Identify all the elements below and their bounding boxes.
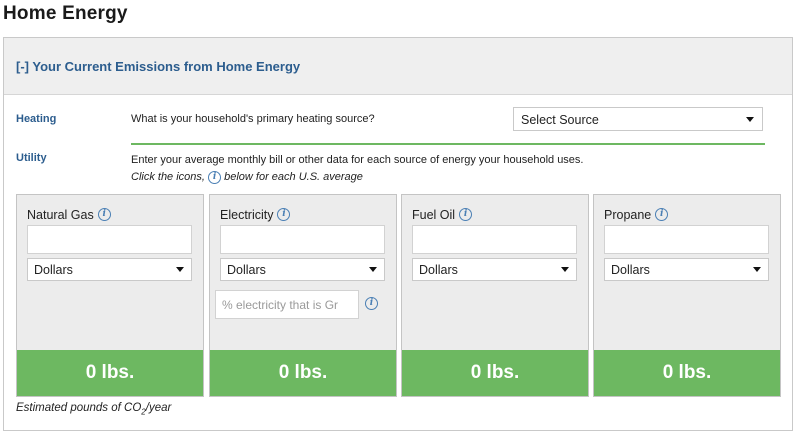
chevron-down-icon — [561, 267, 569, 272]
card-natural-gas: Natural Gas i Dollars 0 lbs. — [16, 194, 204, 397]
natural-gas-result: 0 lbs. — [17, 350, 203, 396]
heating-label: Heating — [16, 113, 57, 125]
chevron-down-icon — [369, 267, 377, 272]
card-title-label: Propane — [604, 208, 652, 222]
card-fuel-oil: Fuel Oil i Dollars 0 lbs. — [401, 194, 589, 397]
card-title: Natural Gas i — [27, 208, 111, 222]
electricity-unit-select[interactable]: Dollars — [220, 258, 385, 281]
section-header: [-] Your Current Emissions from Home Ene… — [4, 38, 792, 95]
natural-gas-unit-select[interactable]: Dollars — [27, 258, 192, 281]
chevron-down-icon — [176, 267, 184, 272]
footnote: Estimated pounds of CO2/year — [16, 402, 171, 416]
propane-amount-input[interactable] — [604, 225, 769, 254]
card-propane: Propane i Dollars 0 lbs. — [593, 194, 781, 397]
footnote-prefix: Estimated pounds of CO — [16, 402, 142, 414]
footnote-suffix: /year — [145, 402, 172, 414]
info-icon[interactable]: i — [365, 297, 378, 310]
utility-instructions-post: below for each U.S. average — [224, 171, 363, 183]
electricity-result: 0 lbs. — [210, 350, 396, 396]
utility-instructions-pre: Click the icons, — [131, 171, 205, 183]
green-electricity-percent-input[interactable] — [215, 290, 359, 319]
natural-gas-amount-input[interactable] — [27, 225, 192, 254]
fuel-oil-unit-select[interactable]: Dollars — [412, 258, 577, 281]
section-divider — [131, 143, 765, 145]
utility-instructions: Enter your average monthly bill or other… — [131, 152, 583, 186]
heating-source-select[interactable]: Select Source — [513, 107, 763, 131]
section-toggle[interactable]: [-] Your Current Emissions from Home Ene… — [16, 59, 300, 74]
chevron-down-icon — [753, 267, 761, 272]
info-icon[interactable]: i — [655, 208, 669, 222]
card-electricity: Electricityi Dollars i 0 lbs. — [209, 194, 397, 397]
electricity-amount-input[interactable] — [220, 225, 385, 254]
utility-instructions-line1: Enter your average monthly bill or other… — [131, 154, 584, 166]
home-energy-panel: [-] Your Current Emissions from Home Ene… — [3, 37, 793, 431]
info-icon[interactable]: i — [277, 208, 291, 222]
card-title-label: Fuel Oil — [412, 208, 456, 222]
fuel-oil-result: 0 lbs. — [402, 350, 588, 396]
utility-instructions-line2: Click the icons, i below for each U.S. a… — [131, 169, 583, 186]
card-title-label: Natural Gas — [27, 208, 94, 222]
propane-result: 0 lbs. — [594, 350, 780, 396]
info-icon[interactable]: i — [97, 208, 111, 222]
page-title: Home Energy — [3, 3, 128, 24]
info-icon: i — [208, 170, 222, 184]
unit-select-value: Dollars — [611, 263, 650, 277]
info-icon[interactable]: i — [459, 208, 473, 222]
fuel-oil-amount-input[interactable] — [412, 225, 577, 254]
card-title-label: Electricity — [220, 208, 274, 222]
card-title: Fuel Oil i — [412, 208, 473, 222]
utility-label: Utility — [16, 152, 47, 164]
propane-unit-select[interactable]: Dollars — [604, 258, 769, 281]
heating-source-value: Select Source — [521, 113, 599, 127]
card-title: Propane i — [604, 208, 669, 222]
chevron-down-icon — [746, 117, 754, 122]
card-title: Electricity i — [220, 208, 291, 222]
heating-question: What is your household's primary heating… — [131, 113, 375, 125]
unit-select-value: Dollars — [227, 263, 266, 277]
unit-select-value: Dollars — [419, 263, 458, 277]
unit-select-value: Dollars — [34, 263, 73, 277]
